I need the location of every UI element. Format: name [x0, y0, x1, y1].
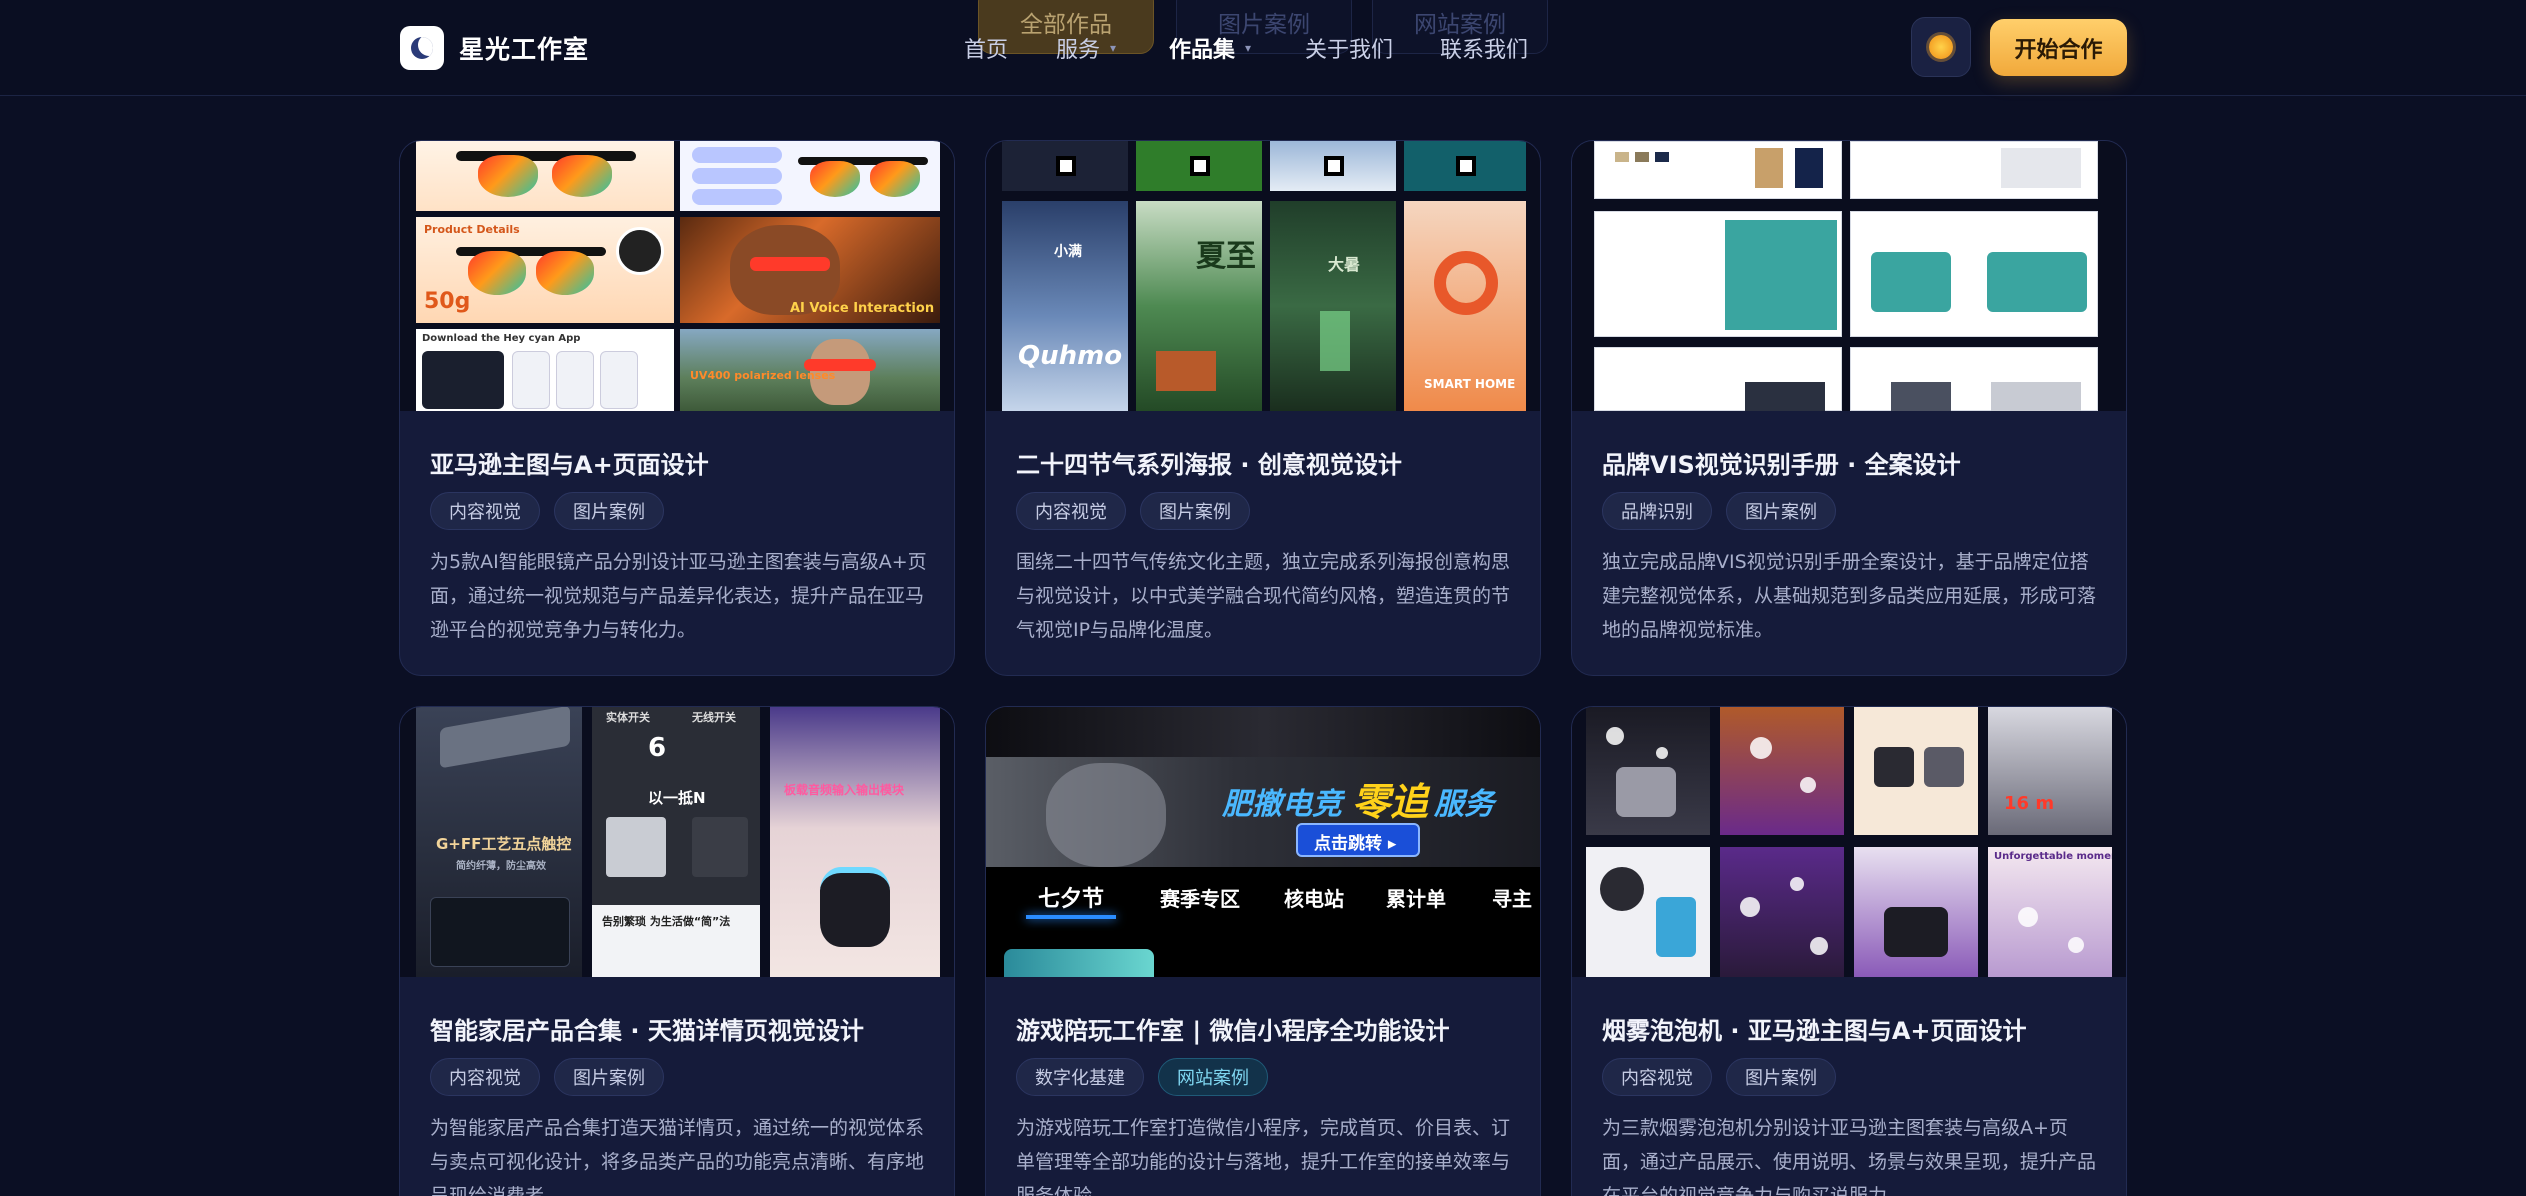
nav-home[interactable]: 首页: [964, 32, 1008, 64]
card-tags: 内容视觉 图片案例: [1016, 492, 1250, 530]
card-description: 为5款AI智能眼镜产品分别设计亚马逊主图套装与高级A+页面，通过统一视觉规范与产…: [430, 551, 927, 641]
thumb-text: 核电站: [1284, 887, 1344, 911]
card-description: 为三款烟雾泡泡机分别设计亚马逊主图套装与高级A+页面，通过产品展示、使用说明、场…: [1602, 1117, 2097, 1196]
card-tags: 内容视觉 图片案例: [430, 492, 664, 530]
portfolio-card-bubble-machine[interactable]: 16 m Unforgettable moments 烟雾泡泡机 · 亚马逊主图…: [1571, 706, 2127, 1196]
thumb-text: AI Voice Interaction: [790, 301, 935, 316]
portfolio-card-brand-vis[interactable]: 品牌VIS视觉识别手册 · 全案设计 品牌识别 图片案例 独立完成品牌VIS视觉…: [1571, 140, 2127, 676]
theme-toggle-button[interactable]: [1911, 17, 1971, 77]
thumb-text: Unforgettable moments: [1994, 851, 2112, 862]
brand-name[interactable]: 星光工作室: [459, 30, 589, 66]
thumb-text: Quhmo: [1018, 341, 1123, 371]
thumb-text: 寻主: [1492, 887, 1532, 911]
tag-content-visual[interactable]: 内容视觉: [1016, 492, 1126, 530]
chevron-down-icon: ▾: [1110, 41, 1117, 55]
thumb-text: 七夕节: [1038, 887, 1105, 912]
thumb-text: UV400 polarized lenses: [690, 369, 836, 382]
thumb-text: 6: [648, 733, 667, 763]
tag-image-case[interactable]: 图片案例: [554, 492, 664, 530]
portfolio-card-solar-terms[interactable]: 小满 Quhmo 夏至 大暑 SMART HOME 二十四节气系列海报 · 创意…: [985, 140, 1541, 676]
thumb-text: 累计单: [1386, 887, 1446, 911]
card-tags: 内容视觉 图片案例: [1602, 1058, 1836, 1096]
thumb-text: 简约纤薄，防尘高效: [456, 861, 546, 872]
thumb-text: 16 m: [2004, 793, 2055, 814]
thumb-text: 实体开关: [606, 711, 650, 724]
thumb-text: 无线开关: [692, 711, 736, 724]
card-description: 独立完成品牌VIS视觉识别手册全案设计，基于品牌定位搭建完整视觉体系，从基础规范…: [1602, 551, 2097, 641]
nav-services[interactable]: 服务 ▾: [1056, 32, 1116, 64]
tag-image-case[interactable]: 图片案例: [1726, 492, 1836, 530]
portfolio-card-smart-home[interactable]: G+FF工艺五点触控 简约纤薄，防尘高效 实体开关 无线开关 6 以一抵N 告别…: [399, 706, 955, 1196]
card-description: 为游戏陪玩工作室打造微信小程序，完成首页、价目表、订单管理等全部功能的设计与落地…: [1016, 1117, 1511, 1196]
card-description: 围绕二十四节气传统文化主题，独立完成系列海报创意构思与视觉设计，以中式美学融合现…: [1016, 551, 1511, 641]
card-title[interactable]: 品牌VIS视觉识别手册 · 全案设计: [1602, 445, 1961, 480]
portfolio-card-amazon-glasses[interactable]: Product Details 50g AI Voice Interaction…: [399, 140, 955, 676]
logo-icon[interactable]: [400, 26, 444, 70]
nav-portfolio[interactable]: 作品集 ▾: [1169, 32, 1251, 64]
nav-about[interactable]: 关于我们: [1305, 32, 1393, 64]
tag-content-visual[interactable]: 内容视觉: [430, 492, 540, 530]
card-tags: 品牌识别 图片案例: [1602, 492, 1836, 530]
chevron-down-icon: ▾: [1245, 41, 1252, 55]
card-title[interactable]: 游戏陪玩工作室 | 微信小程序全功能设计: [1016, 1011, 1449, 1046]
card-title[interactable]: 二十四节气系列海报 · 创意视觉设计: [1016, 445, 1402, 480]
tag-image-case[interactable]: 图片案例: [1140, 492, 1250, 530]
thumb-text: 肥撤电竞: [1222, 787, 1342, 822]
thumb-text: 赛季专区: [1160, 887, 1240, 911]
card-description: 为智能家居产品合集打造天猫详情页，通过统一的视觉体系与卖点可视化设计，将多品类产…: [430, 1117, 925, 1196]
thumb-text: 点击跳转 ▸: [1314, 834, 1397, 854]
thumb-text: Product Details: [424, 223, 520, 236]
thumb-text: 服务: [1434, 787, 1494, 822]
tag-image-case[interactable]: 图片案例: [1726, 1058, 1836, 1096]
site-header: 星光工作室 全部作品 图片案例 网站案例 首页 服务 ▾ 作品集 ▾ 关于我们 联系…: [0, 0, 2526, 96]
card-thumbnail: 16 m Unforgettable moments: [1572, 707, 2126, 977]
moon-icon: [411, 37, 433, 59]
thumb-text: 夏至: [1196, 239, 1256, 274]
thumb-text: 以一抵N: [648, 789, 706, 807]
tag-content-visual[interactable]: 内容视觉: [430, 1058, 540, 1096]
card-title[interactable]: 智能家居产品合集 · 天猫详情页视觉设计: [430, 1011, 864, 1046]
tag-brand-identity[interactable]: 品牌识别: [1602, 492, 1712, 530]
thumb-text: 板载音频输入输出模块: [784, 783, 905, 797]
card-thumbnail: G+FF工艺五点触控 简约纤薄，防尘高效 实体开关 无线开关 6 以一抵N 告别…: [400, 707, 954, 977]
portfolio-card-game-miniapp[interactable]: 肥撤电竞 零追 服务 点击跳转 ▸ 七夕节 赛季专区 核电站 累计单 寻主 游戏…: [985, 706, 1541, 1196]
tag-content-visual[interactable]: 内容视觉: [1602, 1058, 1712, 1096]
thumb-text: 大暑: [1328, 255, 1361, 274]
thumb-text: SMART HOME: [1424, 377, 1516, 391]
tag-digital-infra[interactable]: 数字化基建: [1016, 1058, 1144, 1096]
tag-web-case[interactable]: 网站案例: [1158, 1058, 1268, 1096]
thumb-text: G+FF工艺五点触控: [436, 835, 572, 853]
card-thumbnail: Product Details 50g AI Voice Interaction…: [400, 141, 954, 411]
thumb-text: 零追: [1352, 780, 1429, 824]
card-thumbnail: [1572, 141, 2126, 411]
card-tags: 数字化基建 网站案例: [1016, 1058, 1268, 1096]
start-cooperation-button[interactable]: 开始合作: [1990, 19, 2127, 76]
thumb-text: 50g: [424, 289, 471, 314]
thumb-text: Download the Hey cyan App: [422, 333, 581, 344]
nav-contact[interactable]: 联系我们: [1440, 32, 1528, 64]
sun-icon: [1929, 35, 1953, 59]
card-thumbnail: 肥撤电竞 零追 服务 点击跳转 ▸ 七夕节 赛季专区 核电站 累计单 寻主: [986, 707, 1540, 977]
thumb-text: 告别繁琐 为生活做“简”法: [602, 915, 731, 928]
card-title[interactable]: 烟雾泡泡机 · 亚马逊主图与A+页面设计: [1602, 1011, 2027, 1046]
tag-image-case[interactable]: 图片案例: [554, 1058, 664, 1096]
thumb-text: 小满: [1054, 244, 1082, 260]
card-thumbnail: 小满 Quhmo 夏至 大暑 SMART HOME: [986, 141, 1540, 411]
card-tags: 内容视觉 图片案例: [430, 1058, 664, 1096]
card-title[interactable]: 亚马逊主图与A+页面设计: [430, 445, 709, 480]
